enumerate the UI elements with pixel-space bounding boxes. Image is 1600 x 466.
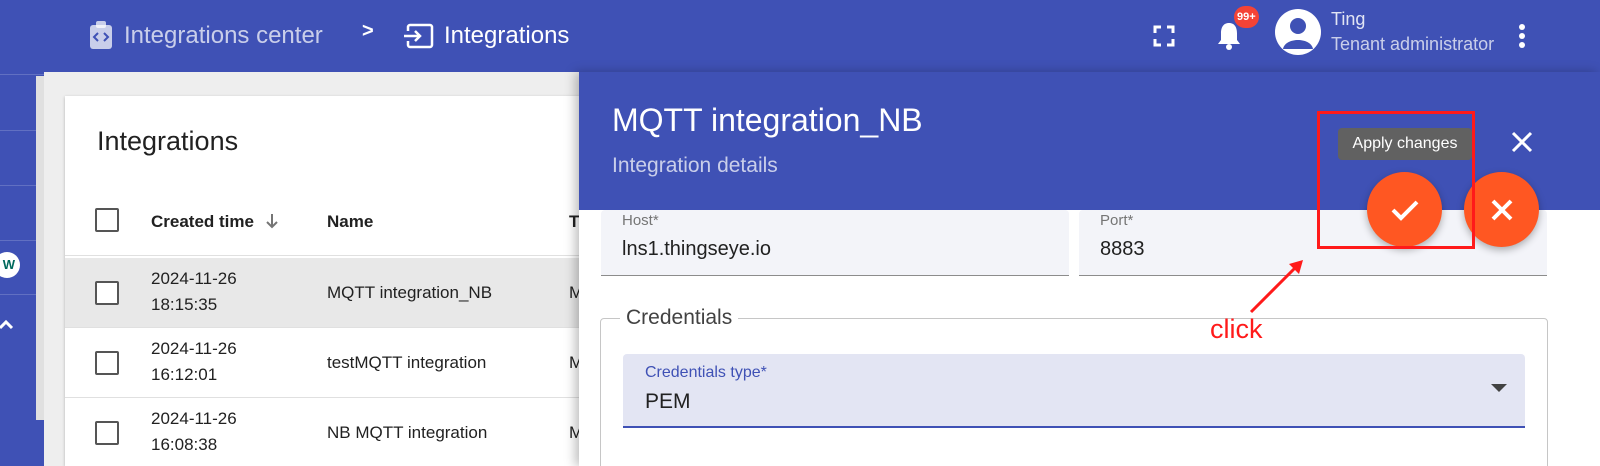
integrations-center-icon	[90, 21, 112, 49]
credentials-legend: Credentials	[620, 306, 739, 330]
row-time: 16:12:01	[151, 365, 218, 384]
integrations-table-card: Integrations Created time Name T 2024-11…	[65, 96, 625, 466]
annotation-highlight-box	[1317, 111, 1475, 249]
close-panel-button[interactable]	[1504, 124, 1540, 160]
user-name: Ting	[1331, 9, 1366, 29]
chevron-up-icon[interactable]	[0, 316, 14, 338]
annotation-arrow-icon	[1249, 260, 1303, 314]
close-icon	[1511, 131, 1533, 153]
row-checkbox[interactable]	[95, 281, 119, 305]
table-title: Integrations	[97, 126, 239, 156]
credentials-type-label: Credentials type*	[645, 364, 767, 381]
breadcrumb-current: Integrations	[404, 18, 569, 54]
table-row[interactable]: 2024-11-26 16:12:01 testMQTT integration…	[65, 328, 625, 398]
host-label: Host*	[622, 212, 659, 229]
input-icon	[404, 23, 434, 49]
breadcrumb-root-label: Integrations center	[124, 22, 323, 49]
table-row[interactable]: 2024-11-26 18:15:35 MQTT integration_NB …	[65, 258, 625, 328]
row-name: testMQTT integration	[327, 353, 487, 372]
rail-new-badge: W	[0, 252, 20, 278]
annotation-click-label: click	[1210, 314, 1263, 344]
breadcrumb-root[interactable]: Integrations center	[88, 18, 323, 54]
top-bar: Integrations center > Integrations 99+ T…	[44, 0, 1600, 72]
row-time: 16:08:38	[151, 435, 218, 454]
table-header: Created time Name T	[65, 188, 625, 256]
breadcrumb-current-label: Integrations	[444, 22, 570, 49]
credentials-type-value: PEM	[645, 390, 691, 413]
port-label: Port*	[1100, 212, 1134, 229]
close-icon	[1491, 199, 1512, 220]
more-vert-icon	[1519, 24, 1525, 48]
arrow-down-icon	[266, 214, 278, 229]
row-time: 18:15:35	[151, 295, 218, 314]
decline-changes-button[interactable]	[1464, 172, 1539, 247]
row-date: 2024-11-26	[151, 409, 237, 428]
account-icon	[1283, 18, 1313, 49]
row-checkbox[interactable]	[95, 351, 119, 375]
rail-divider	[0, 74, 44, 75]
user-role: Tenant administrator	[1331, 34, 1495, 54]
avatar[interactable]	[1275, 9, 1321, 55]
row-name: NB MQTT integration	[327, 423, 488, 442]
credentials-type-select[interactable]: Credentials type* PEM	[623, 354, 1525, 428]
scrollbar[interactable]	[36, 76, 44, 420]
fullscreen-icon	[1153, 25, 1175, 47]
panel-title: MQTT integration_NB	[612, 102, 923, 138]
host-field[interactable]: Host* lns1.thingseye.io	[601, 210, 1069, 276]
port-value: 8883	[1100, 238, 1145, 260]
breadcrumb-separator: >	[362, 20, 374, 42]
row-name: MQTT integration_NB	[327, 283, 493, 302]
panel-subtitle: Integration details	[612, 154, 778, 177]
column-type[interactable]: T	[569, 212, 579, 232]
row-date: 2024-11-26	[151, 339, 237, 358]
row-date: 2024-11-26	[151, 269, 237, 288]
more-menu-button[interactable]	[1502, 16, 1542, 56]
host-value: lns1.thingseye.io	[622, 238, 771, 260]
select-all-checkbox[interactable]	[95, 208, 119, 232]
dropdown-arrow-icon	[1491, 384, 1507, 392]
notifications-badge: 99+	[1234, 6, 1259, 28]
column-name[interactable]: Name	[327, 212, 373, 232]
table-row[interactable]: 2024-11-26 16:08:38 NB MQTT integration …	[65, 398, 625, 466]
fullscreen-button[interactable]	[1144, 16, 1184, 56]
row-checkbox[interactable]	[95, 421, 119, 445]
column-created-time[interactable]: Created time	[151, 212, 279, 232]
